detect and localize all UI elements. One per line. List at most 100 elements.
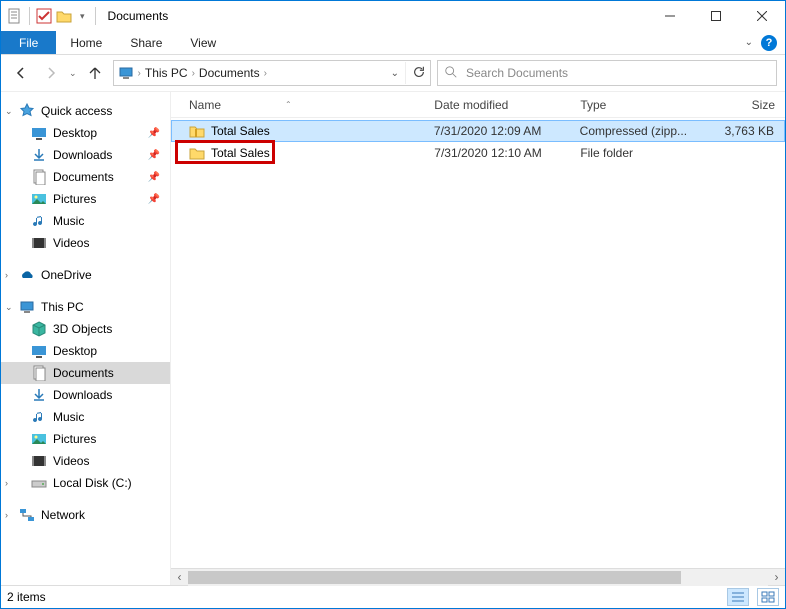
file-size: 3,763 KB — [706, 124, 784, 138]
nav-videos-pc[interactable]: Videos — [1, 450, 170, 472]
pictures-icon — [31, 431, 47, 447]
pc-icon — [118, 65, 134, 81]
up-button[interactable] — [83, 61, 107, 85]
pin-icon: 📌 — [148, 172, 164, 183]
tab-home[interactable]: Home — [56, 31, 116, 54]
ribbon-expand-icon[interactable]: ⌄ — [745, 37, 753, 48]
nav-downloads[interactable]: Downloads 📌 — [1, 144, 170, 166]
nav-documents[interactable]: Documents 📌 — [1, 166, 170, 188]
address-dropdown-icon[interactable]: ⌄ — [391, 68, 399, 79]
expand-icon[interactable]: › — [5, 510, 8, 520]
downloads-icon — [31, 387, 47, 403]
expand-icon[interactable]: › — [5, 478, 8, 488]
network-icon — [19, 507, 35, 523]
details-view-button[interactable] — [727, 588, 749, 606]
breadcrumb-documents[interactable]: Documents — [199, 66, 260, 80]
file-date: 7/31/2020 12:10 AM — [434, 146, 580, 160]
navigation-bar: ⌄ › This PC › Documents › ⌄ — [1, 55, 785, 91]
folder-qat-icon[interactable] — [56, 8, 72, 24]
breadcrumb-this-pc[interactable]: This PC — [145, 66, 188, 80]
sort-asc-icon: ⌃ — [285, 100, 292, 109]
tab-share[interactable]: Share — [116, 31, 176, 54]
file-name: Total Sales — [211, 146, 270, 160]
nav-desktop-pc[interactable]: Desktop — [1, 340, 170, 362]
nav-documents-pc[interactable]: Documents — [1, 362, 170, 384]
pin-icon: 📌 — [148, 194, 164, 205]
nav-music-pc[interactable]: Music — [1, 406, 170, 428]
history-dropdown-icon[interactable]: ⌄ — [69, 68, 77, 79]
expand-icon[interactable]: › — [5, 270, 8, 280]
ribbon-tabs: File Home Share View ⌄ ? — [1, 31, 785, 55]
desktop-icon — [31, 343, 47, 359]
checkbox-icon[interactable] — [36, 8, 52, 24]
documents-icon — [31, 365, 47, 381]
nav-3d-objects[interactable]: 3D Objects — [1, 318, 170, 340]
zip-folder-icon — [189, 123, 205, 139]
videos-icon — [31, 235, 47, 251]
column-headers: Name ⌃ Date modified Type Size — [171, 92, 785, 118]
content-pane: Name ⌃ Date modified Type Size Total Sal… — [171, 92, 785, 585]
pc-icon — [19, 299, 35, 315]
tab-file[interactable]: File — [1, 31, 56, 54]
nav-this-pc[interactable]: ⌄ This PC — [1, 296, 170, 318]
close-button[interactable] — [739, 1, 785, 31]
search-box[interactable] — [437, 60, 777, 86]
thumbnails-view-button[interactable] — [757, 588, 779, 606]
navigation-pane: ⌄ Quick access Desktop 📌 Downloads 📌 Doc… — [1, 92, 171, 585]
column-type[interactable]: Type — [580, 98, 707, 112]
file-date: 7/31/2020 12:09 AM — [434, 124, 580, 138]
collapse-icon[interactable]: ⌄ — [5, 302, 13, 313]
desktop-icon — [31, 125, 47, 141]
downloads-icon — [31, 147, 47, 163]
nav-pictures[interactable]: Pictures 📌 — [1, 188, 170, 210]
maximize-button[interactable] — [693, 1, 739, 31]
file-row[interactable]: Total Sales7/31/2020 12:09 AMCompressed … — [171, 120, 785, 142]
nav-videos[interactable]: Videos — [1, 232, 170, 254]
properties-icon[interactable] — [7, 8, 23, 24]
nav-desktop[interactable]: Desktop 📌 — [1, 122, 170, 144]
nav-music[interactable]: Music — [1, 210, 170, 232]
scroll-thumb[interactable] — [188, 571, 681, 584]
address-bar[interactable]: › This PC › Documents › ⌄ — [113, 60, 431, 86]
star-icon — [19, 103, 35, 119]
nav-downloads-pc[interactable]: Downloads — [1, 384, 170, 406]
music-icon — [31, 213, 47, 229]
title-bar: ▾ Documents — [1, 1, 785, 31]
column-date[interactable]: Date modified — [434, 98, 580, 112]
status-item-count: 2 items — [7, 590, 46, 604]
nav-pictures-pc[interactable]: Pictures — [1, 428, 170, 450]
file-row[interactable]: Total Sales7/31/2020 12:10 AMFile folder — [171, 142, 785, 164]
nav-local-disk[interactable]: › Local Disk (C:) — [1, 472, 170, 494]
pin-icon: 📌 — [148, 128, 164, 139]
minimize-button[interactable] — [647, 1, 693, 31]
forward-button[interactable] — [39, 61, 63, 85]
tab-view[interactable]: View — [176, 31, 230, 54]
scroll-right-button[interactable]: › — [768, 569, 785, 586]
back-button[interactable] — [9, 61, 33, 85]
cube-icon — [31, 321, 47, 337]
qat-dropdown-icon[interactable]: ▾ — [76, 11, 89, 22]
nav-onedrive[interactable]: › OneDrive — [1, 264, 170, 286]
search-input[interactable] — [464, 65, 770, 81]
horizontal-scrollbar[interactable]: ‹ › — [171, 568, 785, 585]
column-size[interactable]: Size — [707, 98, 785, 112]
help-icon[interactable]: ? — [761, 35, 777, 51]
drive-icon — [31, 475, 47, 491]
refresh-button[interactable] — [412, 65, 426, 82]
chevron-right-icon[interactable]: › — [138, 68, 141, 79]
collapse-icon[interactable]: ⌄ — [5, 106, 13, 117]
nav-quick-access[interactable]: ⌄ Quick access — [1, 100, 170, 122]
music-icon — [31, 409, 47, 425]
videos-icon — [31, 453, 47, 469]
column-name[interactable]: Name ⌃ — [181, 98, 434, 112]
window-title: Documents — [98, 9, 647, 23]
documents-icon — [31, 169, 47, 185]
file-type: Compressed (zipp... — [580, 124, 706, 138]
nav-network[interactable]: › Network — [1, 504, 170, 526]
pictures-icon — [31, 191, 47, 207]
chevron-right-icon[interactable]: › — [264, 68, 267, 79]
scroll-left-button[interactable]: ‹ — [171, 569, 188, 586]
chevron-right-icon[interactable]: › — [192, 68, 195, 79]
file-list[interactable]: Total Sales 7/31/2020 12:09 AMCompressed … — [171, 118, 785, 568]
status-bar: 2 items — [1, 585, 785, 608]
